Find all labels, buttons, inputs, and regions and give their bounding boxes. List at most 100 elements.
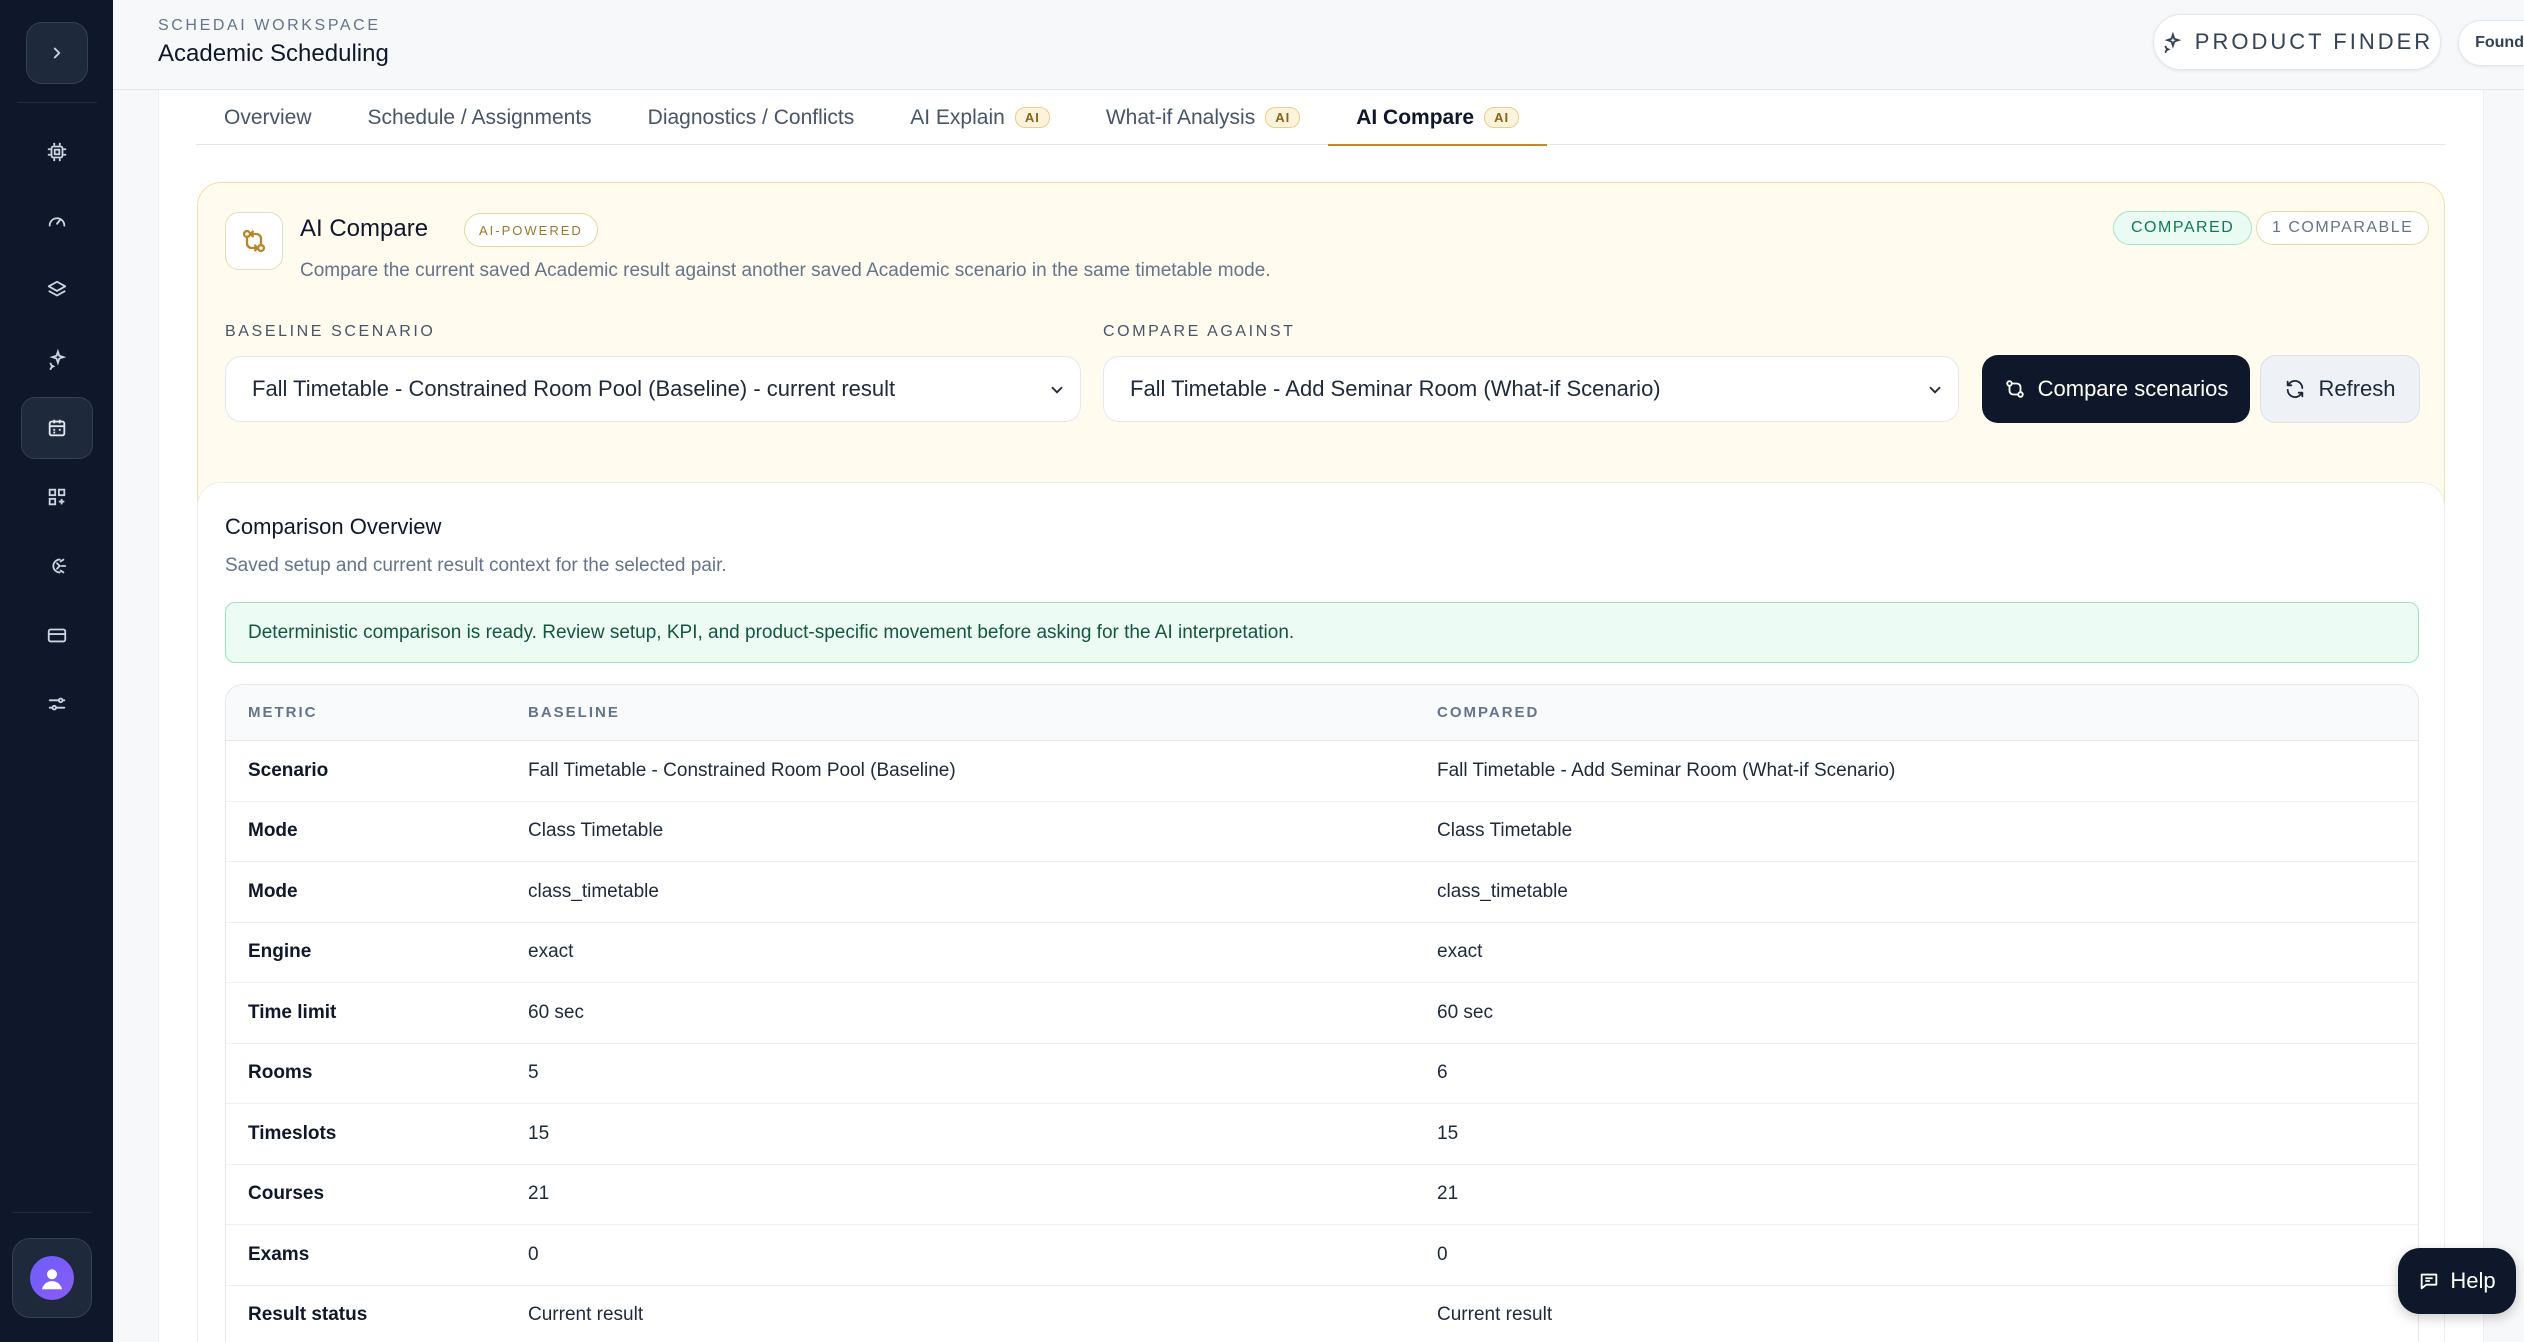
table-header: METRIC BASELINE COMPARED [226,685,2418,741]
metric-cell: Mode [248,820,298,842]
comparison-overview-card: Comparison Overview Saved setup and curr… [197,482,2445,1342]
ready-alert: Deterministic comparison is ready. Revie… [225,602,2419,663]
tab-label: Overview [224,105,312,129]
calendar-icon [48,419,65,437]
tab-label: Diagnostics / Conflicts [647,105,855,129]
main-content: Overview Schedule / Assignments Diagnost… [158,90,2484,1342]
table-row: Time limit 60 sec 60 sec [226,983,2418,1044]
column-header-baseline: BASELINE [528,704,620,721]
page-title: Academic Scheduling [158,40,389,67]
tab-schedule[interactable]: Schedule / Assignments [340,90,620,145]
chevron-down-icon [1929,386,1941,394]
baseline-cell: 0 [528,1243,539,1265]
sidebar-item-sparkle[interactable] [21,328,93,390]
sidebar-item-layers[interactable] [21,259,93,321]
compared-cell: Fall Timetable - Add Seminar Room (What-… [1437,759,1896,781]
table-row: Scenario Fall Timetable - Constrained Ro… [226,741,2418,802]
baseline-cell: Fall Timetable - Constrained Room Pool (… [528,759,956,781]
tab-label: What-if Analysis [1105,105,1256,129]
sidebar-item-widgets[interactable] [21,466,93,528]
baseline-select[interactable]: Fall Timetable - Constrained Room Pool (… [225,356,1081,422]
compare-arrows-icon [2005,380,2024,398]
compare-button-label: Compare scenarios [2037,376,2229,401]
compared-cell: 15 [1437,1122,1459,1144]
product-finder-button[interactable]: PRODUCT FINDER [2153,14,2441,70]
user-icon [42,1269,62,1290]
workspace-label: SCHEDAI WORKSPACE [158,17,381,34]
compared-cell: Class Timetable [1437,820,1573,842]
ai-badge: AI [1265,107,1301,128]
help-button[interactable]: Help [2398,1248,2516,1314]
compare-scenarios-button[interactable]: Compare scenarios [1982,355,2250,423]
baseline-cell: 60 sec [528,1001,584,1023]
tab-label: AI Compare [1356,105,1475,129]
table-row: Mode class_timetable class_timetable [226,862,2418,923]
ai-badge: AI [1014,107,1050,128]
card-icon [47,628,66,643]
sidebar-expand-button[interactable] [25,22,88,84]
metric-cell: Timeslots [248,1122,337,1144]
metric-cell: Courses [248,1183,325,1205]
table-row: Engine exact exact [226,923,2418,983]
chip-icon [47,142,66,162]
overview-subtitle: Saved setup and current result context f… [225,555,727,576]
tab-diagnostics[interactable]: Diagnostics / Conflicts [620,90,883,145]
comparable-count-badge: 1 COMPARABLE [2256,211,2430,245]
layers-icon [47,280,66,297]
ai-powered-badge: AI-POWERED [464,213,598,247]
gauge-icon [48,217,65,227]
table-row: Rooms 5 6 [226,1044,2418,1104]
user-menu-button[interactable] [12,1238,92,1318]
metric-cell: Engine [248,941,312,963]
refresh-icon [2287,380,2304,398]
tab-overview[interactable]: Overview [196,90,340,145]
baseline-cell: exact [528,941,574,963]
sparkle-icon [2164,31,2182,53]
table-row: Timeslots 15 15 [226,1104,2418,1165]
sidebar-item-chip[interactable] [21,121,93,183]
metric-cell: Rooms [248,1062,313,1084]
tab-what-if[interactable]: What-if Analysis AI [1078,90,1328,145]
baseline-label: BASELINE SCENARIO [225,323,436,340]
sidebar-item-ai[interactable] [21,535,93,597]
refresh-button-label: Refresh [2318,376,2396,401]
overview-title: Comparison Overview [225,514,442,539]
account-button[interactable]: Founder account [2458,20,2524,66]
tab-ai-explain[interactable]: AI Explain AI [882,90,1078,145]
sidebar-item-calendar[interactable] [20,397,93,459]
tab-ai-compare[interactable]: AI Compare AI [1328,90,1547,146]
chevron-right-icon [53,47,60,59]
metric-cell: Exams [248,1243,310,1265]
column-header-compared: COMPARED [1437,704,1540,721]
sidebar-item-card[interactable] [21,604,93,666]
tab-label: Schedule / Assignments [367,105,592,129]
compare-against-select-value: Fall Timetable - Add Seminar Room (What-… [1130,376,1661,401]
sidebar-item-sliders[interactable] [21,673,93,735]
ai-brain-icon [51,558,66,574]
compared-cell: class_timetable [1437,880,1568,902]
refresh-button[interactable]: Refresh [2260,355,2420,423]
sidebar-item-gauge[interactable] [21,190,93,252]
compare-description: Compare the current saved Academic resul… [300,260,1271,281]
metric-cell: Result status [248,1304,368,1326]
compared-cell: Current result [1437,1304,1553,1326]
table-row: Result status Current result Current res… [226,1286,2418,1342]
sidebar-divider [16,102,97,103]
product-finder-label: PRODUCT FINDER [2194,29,2434,54]
compare-against-label: COMPARE AGAINST [1103,323,1296,340]
compare-against-select[interactable]: Fall Timetable - Add Seminar Room (What-… [1103,356,1959,422]
help-label: Help [2450,1268,2496,1293]
baseline-cell: Current result [528,1304,644,1326]
compared-cell: 21 [1437,1183,1459,1205]
metric-cell: Time limit [248,1001,337,1023]
sidebar [0,0,113,1342]
compared-cell: 6 [1437,1062,1448,1084]
avatar [30,1256,74,1300]
chat-icon [2421,1273,2438,1290]
table-row: Exams 0 0 [226,1225,2418,1286]
chevron-down-icon [1051,386,1063,394]
table-row: Mode Class Timetable Class Timetable [226,802,2418,862]
baseline-cell: Class Timetable [528,820,664,842]
compared-cell: 60 sec [1437,1001,1493,1023]
sliders-icon [48,697,65,711]
